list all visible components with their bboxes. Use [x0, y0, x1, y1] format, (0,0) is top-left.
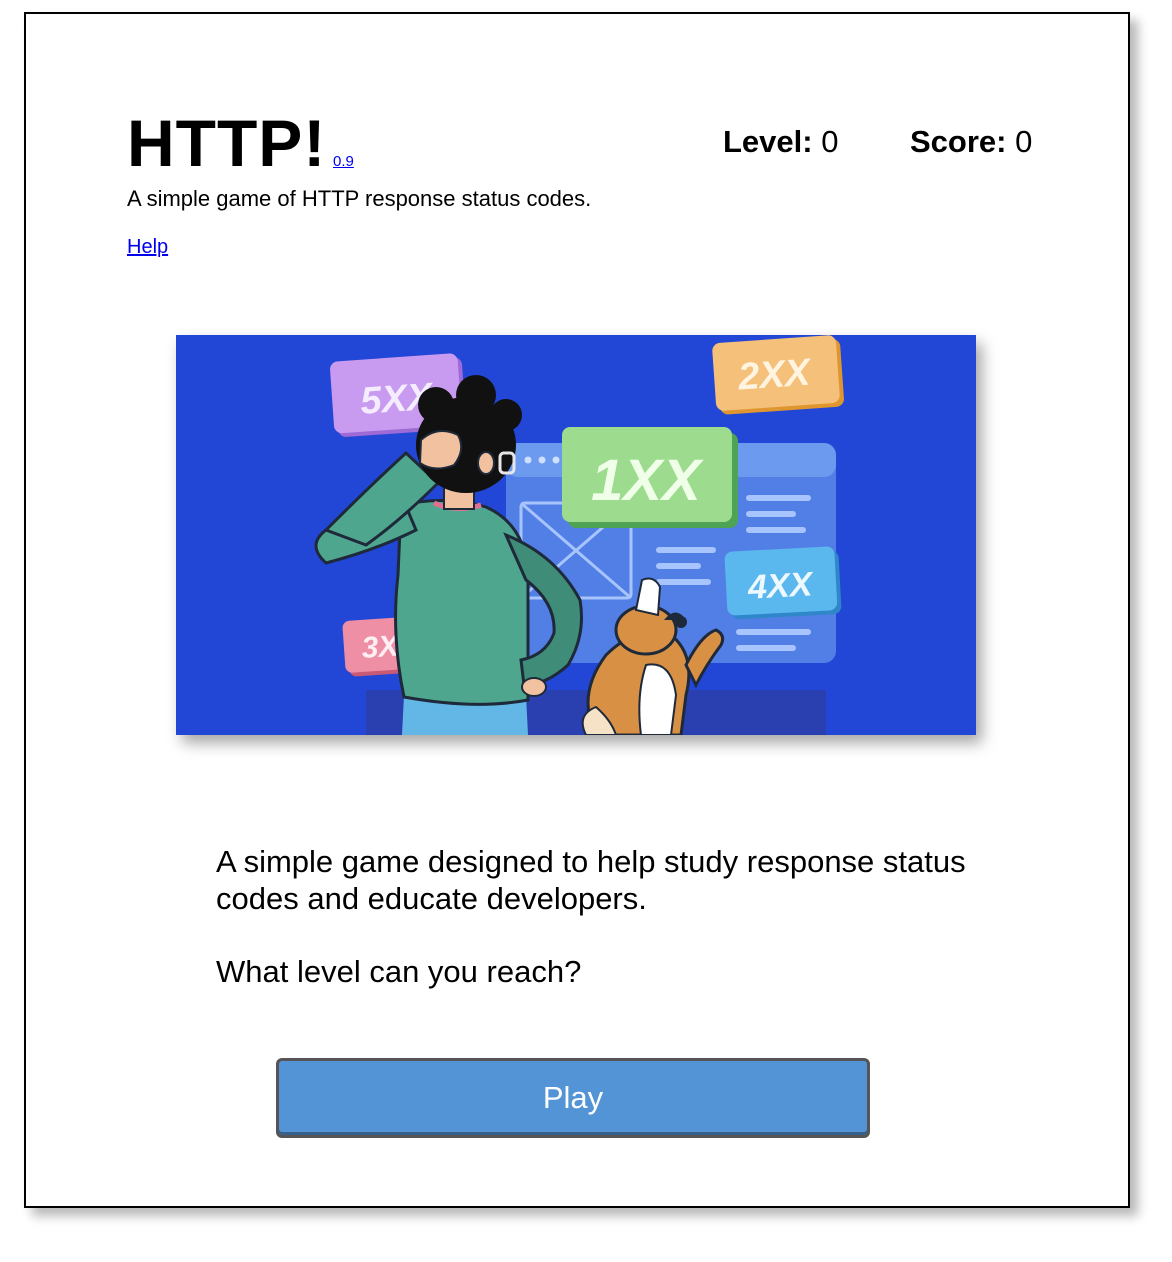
level-label: Level: [723, 124, 813, 159]
level-stat: Level: 0 [723, 126, 838, 157]
help-link[interactable]: Help [127, 236, 168, 259]
card-1xx-label: 1XX [591, 448, 704, 513]
score-stat: Score: 0 [910, 126, 1032, 157]
hero-illustration: 5XX 2XX 1XX 4XX 3X [176, 335, 976, 735]
card-4xx-label: 4XX [746, 565, 815, 606]
game-description: A simple game designed to help study res… [216, 844, 966, 916]
game-container: HTTP! 0.9 Level: 0 Score: 0 A simple gam… [24, 12, 1130, 1208]
version-link[interactable]: 0.9 [333, 153, 354, 170]
score-value: 0 [1015, 124, 1033, 159]
game-subtitle: A simple game of HTTP response status co… [127, 186, 592, 211]
game-title: HTTP! [127, 106, 327, 180]
card-4xx: 4XX [724, 546, 842, 620]
card-2xx-label: 2XX [736, 351, 814, 398]
game-question: What level can you reach? [216, 954, 582, 989]
score-label: Score: [910, 124, 1007, 159]
card-1xx: 1XX [562, 427, 738, 528]
play-button[interactable]: Play [276, 1058, 870, 1138]
card-2xx: 2XX [712, 335, 844, 415]
level-value: 0 [821, 124, 839, 159]
